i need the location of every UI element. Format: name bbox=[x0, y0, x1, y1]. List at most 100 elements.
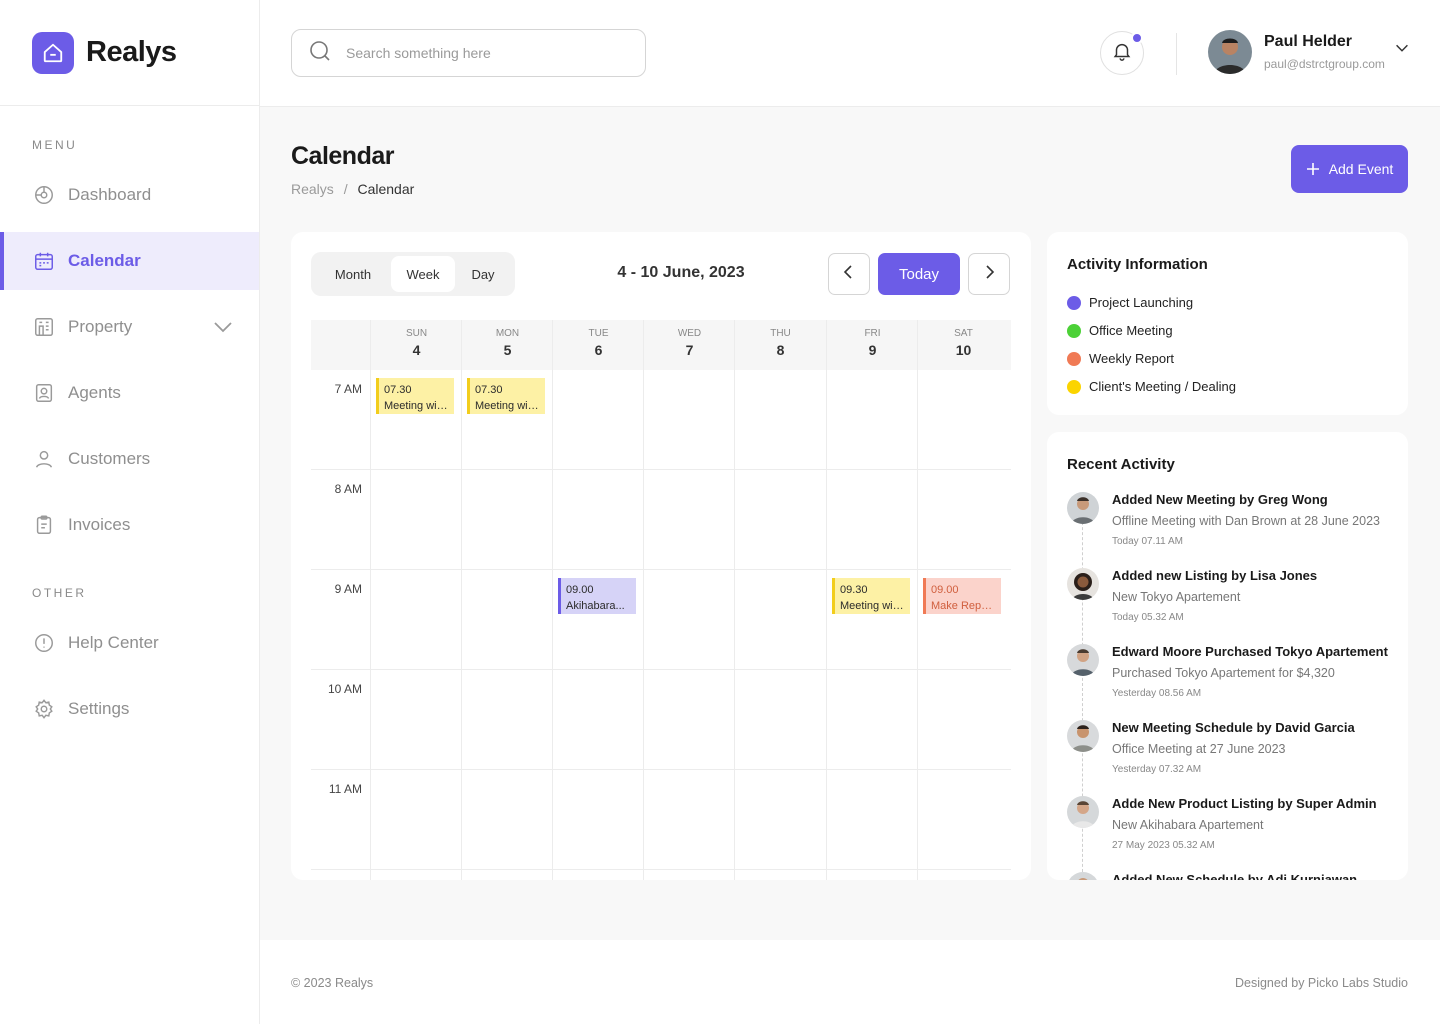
grid-row-line bbox=[311, 869, 1011, 870]
day-name: SUN bbox=[405, 328, 428, 339]
legend-item: Weekly Report bbox=[1067, 351, 1174, 366]
day-number: 8 bbox=[776, 342, 785, 358]
chevron-right-icon bbox=[981, 264, 997, 285]
activity-info-title: Activity Information bbox=[1067, 256, 1208, 273]
legend-label: Project Launching bbox=[1089, 295, 1194, 310]
calendar-event[interactable]: 09.00 Make Report... bbox=[923, 578, 1001, 614]
dashboard-icon bbox=[32, 183, 56, 207]
gear-icon bbox=[32, 697, 56, 721]
sidebar: Realys MENU Dashboard Calendar Property … bbox=[0, 0, 260, 1024]
next-week-button[interactable] bbox=[968, 253, 1010, 295]
legend-dot bbox=[1067, 379, 1081, 394]
prev-week-button[interactable] bbox=[828, 253, 870, 295]
sidebar-item-invoices[interactable]: Invoices bbox=[0, 496, 259, 554]
grid-column-line bbox=[461, 320, 462, 880]
day-number: 5 bbox=[503, 342, 512, 358]
sidebar-item-dashboard[interactable]: Dashboard bbox=[0, 166, 259, 224]
view-week-tab[interactable]: Week bbox=[391, 256, 455, 292]
search-input[interactable] bbox=[346, 45, 626, 61]
header-divider bbox=[1176, 33, 1177, 75]
event-time: 07.30 bbox=[384, 384, 412, 396]
day-header: MON 5 bbox=[462, 320, 553, 370]
activity-title: Added new Listing by Lisa Jones bbox=[1112, 568, 1318, 583]
view-day-tab[interactable]: Day bbox=[455, 256, 511, 292]
activity-time: Yesterday 08.56 AM bbox=[1112, 688, 1202, 699]
today-button[interactable]: Today bbox=[878, 253, 960, 295]
user-name: Paul Helder bbox=[1264, 33, 1353, 50]
sidebar-item-settings[interactable]: Settings bbox=[0, 680, 259, 738]
grid-column-line bbox=[643, 320, 644, 880]
day-name: WED bbox=[677, 328, 702, 339]
avatar bbox=[1067, 492, 1099, 524]
grid-row-line bbox=[311, 469, 1011, 470]
day-number: 10 bbox=[955, 342, 972, 358]
grid-column-line bbox=[370, 320, 371, 880]
sidebar-item-label: Property bbox=[68, 317, 133, 336]
grid-row-line bbox=[311, 769, 1011, 770]
grid-column-line bbox=[734, 320, 735, 880]
view-month-tab[interactable]: Month bbox=[315, 256, 391, 292]
sidebar-item-label: Invoices bbox=[68, 515, 131, 534]
avatar bbox=[1067, 872, 1099, 880]
sidebar-item-label: Dashboard bbox=[68, 185, 152, 204]
day-header: SAT 10 bbox=[918, 320, 1009, 370]
day-name: FRI bbox=[864, 328, 881, 339]
sidebar-item-label: Agents bbox=[68, 383, 121, 402]
copyright-text: © 2023 Realys bbox=[291, 976, 374, 990]
grid-column-line bbox=[826, 320, 827, 880]
calendar-event[interactable]: 09.30 Meeting with... bbox=[832, 578, 910, 614]
activity-desc: Offline Meeting with Dan Brown at 28 Jun… bbox=[1112, 514, 1380, 528]
user-menu[interactable]: Paul Helder paul@dstrctgroup.com bbox=[1208, 30, 1411, 74]
legend-label: Weekly Report bbox=[1089, 351, 1175, 366]
event-title: Meeting with... bbox=[840, 600, 905, 612]
agent-badge-icon bbox=[32, 381, 56, 405]
add-event-button[interactable]: Add Event bbox=[1291, 145, 1408, 193]
event-title: Meeting with... bbox=[384, 400, 449, 412]
sidebar-item-agents[interactable]: Agents bbox=[0, 364, 259, 422]
calendar-event[interactable]: 07.30 Meeting with... bbox=[376, 378, 454, 414]
breadcrumb: Realys / Calendar bbox=[291, 181, 414, 197]
activity-time: Today 05.32 AM bbox=[1112, 612, 1184, 623]
grid-column-line bbox=[917, 320, 918, 880]
legend-item: Project Launching bbox=[1067, 295, 1193, 310]
brand-name: Realys bbox=[86, 36, 177, 68]
sidebar-item-calendar[interactable]: Calendar bbox=[0, 232, 259, 290]
event-time: 09.00 bbox=[566, 584, 594, 596]
notification-button[interactable] bbox=[1100, 31, 1144, 75]
brand-logo[interactable]: Realys bbox=[0, 0, 259, 106]
grid-column-line bbox=[552, 320, 553, 880]
activity-title: Adde New Product Listing by Super Admin bbox=[1112, 796, 1377, 811]
day-name: THU bbox=[770, 328, 791, 339]
event-time: 07.30 bbox=[475, 384, 503, 396]
chevron-down-icon[interactable] bbox=[1393, 39, 1411, 62]
calendar-card: Month Week Day 4 - 10 June, 2023 Today S… bbox=[291, 232, 1031, 880]
sidebar-item-label: Customers bbox=[68, 449, 151, 468]
building-icon bbox=[32, 315, 56, 339]
sidebar-item-property[interactable]: Property bbox=[0, 298, 259, 356]
activity-title: Edward Moore Purchased Tokyo Apartement bbox=[1112, 644, 1388, 659]
sidebar-item-label: Settings bbox=[68, 699, 130, 718]
sidebar-item-help-center[interactable]: Help Center bbox=[0, 614, 259, 672]
user-icon bbox=[32, 447, 56, 471]
activity-title: Added New Schedule by Adi Kurniawan bbox=[1112, 872, 1358, 880]
activity-desc: Purchased Tokyo Apartement for $4,320 bbox=[1112, 666, 1335, 680]
home-icon bbox=[32, 31, 74, 74]
sidebar-item-customers[interactable]: Customers bbox=[0, 430, 259, 488]
page-title: Calendar bbox=[291, 142, 394, 170]
breadcrumb-root[interactable]: Realys bbox=[291, 181, 334, 197]
search-box[interactable] bbox=[291, 29, 646, 77]
legend-label: Client's Meeting / Dealing bbox=[1089, 379, 1236, 394]
activity-time: Yesterday 07.32 AM bbox=[1112, 764, 1202, 775]
day-name: SAT bbox=[954, 328, 973, 339]
search-icon bbox=[308, 39, 332, 68]
add-event-label: Add Event bbox=[1328, 161, 1394, 177]
designer-credit: Designed by Picko Labs Studio bbox=[1234, 976, 1408, 990]
chevron-down-icon[interactable] bbox=[213, 318, 233, 341]
day-header: SUN 4 bbox=[371, 320, 462, 370]
user-email: paul@dstrctgroup.com bbox=[1264, 57, 1385, 71]
calendar-event[interactable]: 07.30 Meeting with... bbox=[467, 378, 545, 414]
avatar bbox=[1067, 720, 1099, 752]
menu-section-label: MENU bbox=[32, 138, 78, 152]
calendar-event[interactable]: 09.00 Akihabara... bbox=[558, 578, 636, 614]
grid-row-line bbox=[311, 669, 1011, 670]
